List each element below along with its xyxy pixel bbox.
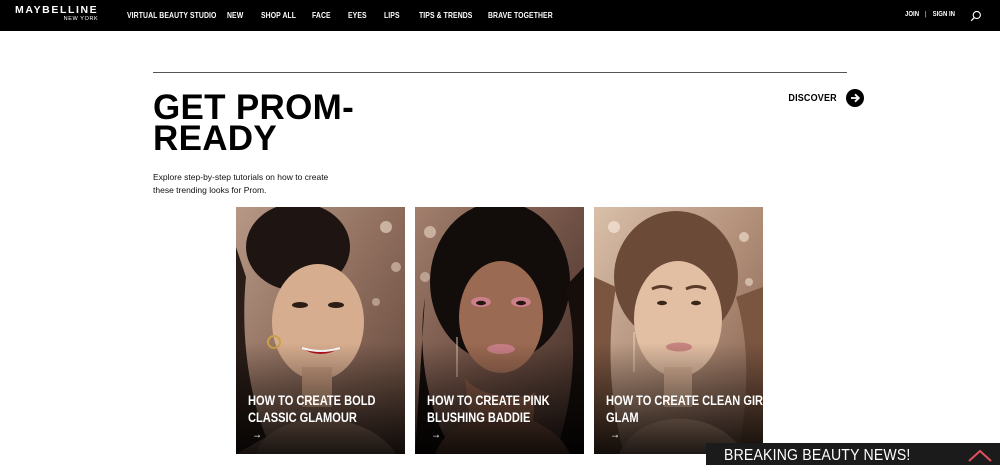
- card-title-line-1: HOW TO CREATE CLEAN GIRL: [606, 393, 763, 408]
- card-title-clean-girl-glam: HOW TO CREATE CLEAN GIRL GLAM →: [606, 392, 763, 443]
- account-separator: |: [925, 11, 927, 18]
- breaking-news-label: BREAKING BEAUTY NEWS!: [724, 447, 911, 464]
- card-title-line-2-text: CLASSIC GLAMOUR: [248, 410, 357, 425]
- tutorial-card-bold-classic-glamour[interactable]: HOW TO CREATE BOLD CLASSIC GLAMOUR →: [236, 207, 405, 454]
- card-title-line-1: HOW TO CREATE PINK: [427, 393, 550, 408]
- section-divider: [153, 72, 847, 73]
- nav-item-virtual-beauty-studio[interactable]: VIRTUAL BEAUTY STUDIO: [127, 11, 216, 20]
- section-description: Explore step-by-step tutorials on how to…: [153, 172, 329, 195]
- discover-link[interactable]: DISCOVER: [783, 89, 864, 107]
- card-title-line-2: GLAM →: [606, 409, 729, 443]
- arrow-right-icon: →: [431, 427, 441, 441]
- search-icon[interactable]: [970, 10, 982, 22]
- discover-label: DISCOVER: [788, 92, 837, 104]
- chevron-up-icon[interactable]: [968, 448, 992, 462]
- top-navigation-bar: MAYBELLINE NEW YORK VIRTUAL BEAUTY STUDI…: [0, 0, 1000, 31]
- page-title: GET PROM- READY: [153, 90, 403, 158]
- nav-item-lips[interactable]: LIPS: [384, 11, 400, 20]
- arrow-right-icon: →: [610, 427, 620, 441]
- card-title-line-1: HOW TO CREATE BOLD: [248, 393, 376, 408]
- nav-item-new[interactable]: NEW: [227, 11, 243, 20]
- maybelline-logo[interactable]: MAYBELLINE NEW YORK: [15, 5, 98, 22]
- join-link[interactable]: JOIN: [905, 11, 919, 18]
- tutorial-card-pink-blushing-baddie[interactable]: HOW TO CREATE PINK BLUSHING BADDIE →: [415, 207, 584, 454]
- logo-subline: NEW YORK: [63, 15, 99, 22]
- breaking-news-banner[interactable]: BREAKING BEAUTY NEWS!: [706, 443, 1000, 465]
- nav-item-brave-together[interactable]: BRAVE TOGETHER: [488, 11, 553, 20]
- nav-item-shop-all[interactable]: SHOP ALL: [261, 11, 296, 20]
- arrow-right-icon: →: [252, 427, 262, 441]
- nav-item-tips-trends[interactable]: TIPS & TRENDS: [419, 11, 472, 20]
- card-title-bold-classic-glamour: HOW TO CREATE BOLD CLASSIC GLAMOUR →: [248, 392, 376, 443]
- nav-item-face[interactable]: FACE: [312, 11, 331, 20]
- card-title-line-2: BLUSHING BADDIE →: [427, 409, 550, 443]
- sign-in-link[interactable]: SIGN IN: [933, 11, 955, 18]
- page-title-line-2: READY: [153, 119, 278, 158]
- nav-item-eyes[interactable]: EYES: [348, 11, 367, 20]
- account-links: JOIN | SIGN IN: [905, 11, 955, 18]
- tutorial-card-clean-girl-glam[interactable]: HOW TO CREATE CLEAN GIRL GLAM →: [594, 207, 763, 454]
- logo-wordmark: MAYBELLINE: [15, 4, 99, 16]
- card-title-line-2-text: BLUSHING BADDIE: [427, 410, 531, 425]
- arrow-right-circle-icon[interactable]: [845, 89, 864, 107]
- card-title-pink-blushing-baddie: HOW TO CREATE PINK BLUSHING BADDIE →: [427, 392, 550, 443]
- card-title-line-2: CLASSIC GLAMOUR →: [248, 409, 371, 443]
- card-title-line-2-text: GLAM: [606, 410, 639, 425]
